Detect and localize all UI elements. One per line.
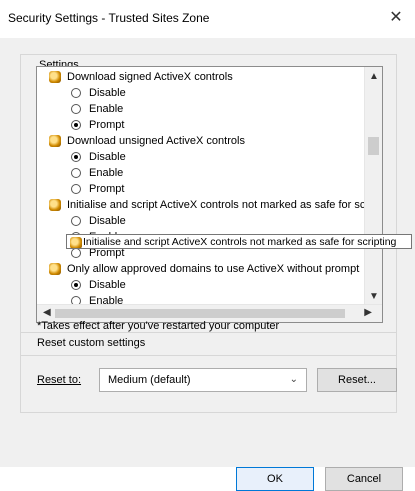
- activex-setting-icon: [49, 263, 61, 275]
- scroll-left-icon[interactable]: ◀: [43, 307, 51, 318]
- setting-label: Disable: [89, 215, 126, 227]
- radio-option[interactable]: Prompt: [67, 181, 367, 197]
- setting-label: Download unsigned ActiveX controls: [67, 135, 245, 147]
- radio-selected-icon[interactable]: [71, 280, 81, 290]
- setting-label: Initialise and script ActiveX controls n…: [67, 199, 383, 211]
- setting-label: Disable: [89, 87, 126, 99]
- radio-option[interactable]: Disable: [67, 149, 367, 165]
- reset-group: Reset custom settings Reset to: Medium (…: [20, 332, 397, 413]
- setting-label: Enable: [89, 103, 124, 115]
- tooltip-text: Initialise and script ActiveX controls n…: [83, 236, 397, 248]
- activex-setting-icon: [70, 237, 82, 248]
- horizontal-scroll-thumb[interactable]: [55, 309, 345, 318]
- activex-setting-icon: [49, 199, 61, 211]
- radio-option[interactable]: Disable: [67, 85, 367, 101]
- setting-tooltip: Initialise and script ActiveX controls n…: [66, 234, 412, 249]
- setting-label: Disable: [89, 279, 126, 291]
- reset-level-value: Medium (default): [108, 374, 191, 386]
- setting-category: Initialise and script ActiveX controls n…: [49, 197, 382, 213]
- radio-option[interactable]: Enable: [67, 165, 367, 181]
- window-title: Security Settings - Trusted Sites Zone: [8, 11, 210, 25]
- radio-icon[interactable]: [71, 184, 81, 194]
- reset-button[interactable]: Reset...: [317, 368, 397, 392]
- setting-category: Only allow approved domains to use Activ…: [49, 261, 367, 277]
- reset-to-label-text: Reset to:: [37, 374, 82, 386]
- vertical-scroll-thumb[interactable]: [368, 137, 379, 155]
- radio-option[interactable]: Disable: [67, 277, 367, 293]
- restart-note: *Takes effect after you've restarted you…: [37, 320, 280, 332]
- setting-label: Only allow approved domains to use Activ…: [67, 263, 360, 275]
- dialog-body: Settings Download signed ActiveX control…: [0, 38, 415, 491]
- radio-icon[interactable]: [71, 168, 81, 178]
- reset-to-label: Reset to:: [37, 374, 81, 386]
- radio-icon[interactable]: [71, 88, 81, 98]
- chevron-down-icon: ⌄: [289, 374, 298, 385]
- scroll-right-icon[interactable]: ▶: [364, 307, 372, 318]
- settings-tree[interactable]: Download signed ActiveX controls Disable E…: [36, 66, 383, 323]
- setting-label: Prompt: [89, 183, 125, 195]
- radio-selected-icon[interactable]: [71, 120, 81, 130]
- reset-group-label: Reset custom settings: [35, 337, 148, 349]
- close-icon[interactable]: ✕: [385, 7, 407, 29]
- reset-level-select[interactable]: Medium (default) ⌄: [99, 368, 307, 392]
- setting-label: Enable: [89, 167, 124, 179]
- radio-option[interactable]: Prompt: [67, 117, 367, 133]
- activex-setting-icon: [49, 71, 61, 83]
- scroll-up-icon[interactable]: ▲: [369, 71, 379, 82]
- radio-option[interactable]: Enable: [67, 101, 367, 117]
- title-bar: Security Settings - Trusted Sites Zone ✕: [0, 0, 415, 38]
- security-settings-dialog: Security Settings - Trusted Sites Zone ✕…: [0, 0, 415, 491]
- setting-category: Download unsigned ActiveX controls: [49, 133, 367, 149]
- setting-label: Disable: [89, 151, 126, 163]
- activex-setting-icon: [49, 135, 61, 147]
- radio-selected-icon[interactable]: [71, 152, 81, 162]
- ok-button[interactable]: OK: [236, 467, 314, 491]
- radio-icon[interactable]: [71, 248, 81, 258]
- setting-label: Download signed ActiveX controls: [67, 71, 233, 83]
- settings-list: Download signed ActiveX controls Disable E…: [49, 69, 382, 322]
- scroll-down-icon[interactable]: ▼: [369, 291, 379, 302]
- radio-icon[interactable]: [71, 104, 81, 114]
- vertical-scrollbar[interactable]: ▲ ▼: [364, 67, 382, 305]
- setting-label: Prompt: [89, 119, 125, 131]
- cancel-button[interactable]: Cancel: [325, 467, 403, 491]
- radio-option[interactable]: Disable: [67, 213, 367, 229]
- radio-icon[interactable]: [71, 216, 81, 226]
- setting-category: Download signed ActiveX controls: [49, 69, 367, 85]
